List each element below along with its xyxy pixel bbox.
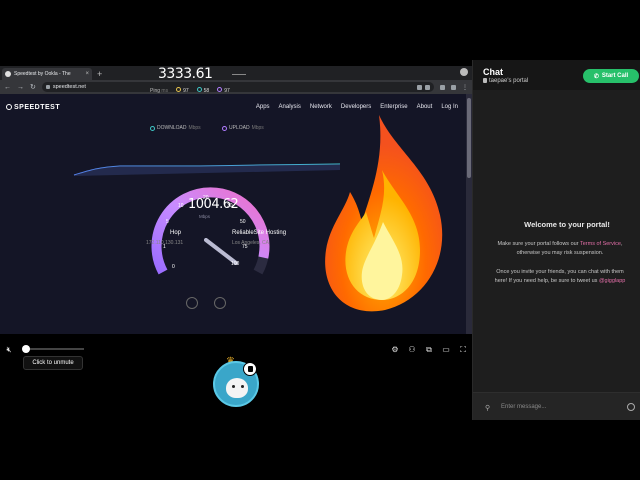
gauge-tick-0: 0 [172,264,175,270]
settings-icon[interactable]: ⚙ [390,345,400,355]
camera-off-icon[interactable] [243,362,257,376]
gauge-tick-100: 100 [231,261,240,267]
terms-link[interactable]: Terms of Service [580,241,621,247]
chat-header: Chat taepae's portal ✆ Start Call [473,60,640,90]
emoji-icon[interactable] [627,403,635,411]
host-location: Los Angeles, CA [232,240,269,246]
portal-name: taepae's portal [489,78,529,84]
phone-icon: ✆ [593,73,599,80]
cat-avatar-icon [226,378,248,398]
avatar-right-eye [241,385,244,388]
unmute-tooltip: Click to unmute [23,356,83,370]
start-call-label: Start Call [601,73,629,79]
twitter-handle-link[interactable]: @gigglapp [599,278,625,284]
gauge-tick-5: 5 [166,219,169,225]
globe-icon [214,297,226,309]
chat-input-bar: ⚲ Enter message... [473,392,640,420]
start-call-button[interactable]: ✆ Start Call [583,69,639,83]
fullscreen-icon[interactable]: ⛶ [458,345,468,355]
attach-icon[interactable]: ⚲ [485,404,490,412]
popout-icon[interactable]: ⧉ [424,345,434,355]
chat-panel: Chat taepae's portal ✆ Start Call Welcom… [472,60,640,420]
message-input[interactable]: Enter message... [501,404,546,410]
notice-line-4: here! If you need help, be sure to tweet… [494,278,626,284]
host-name[interactable]: ReliableSite Hosting [232,230,286,236]
muted-speaker-icon[interactable]: 🔇︎ [4,345,14,355]
avatar-left-eye [232,385,235,388]
hop-ip: 172.110.130.131 [146,240,184,246]
hop-label: Hop [170,230,182,236]
add-user-icon[interactable]: ⚇ [407,345,417,355]
notice-line-1: Make sure your portal follows our Terms … [497,241,623,247]
gauge-tick-50: 50 [240,219,246,225]
theater-icon[interactable]: ▭ [441,345,451,355]
notice-line-2: otherwise you may risk suspension. [516,250,604,256]
chat-title: Chat [483,67,503,77]
user-icon [186,297,198,309]
notice-line-3: Once you invite your friends, you can ch… [496,269,624,275]
lock-icon [483,78,487,83]
screen: Speedtest by Ookla - The × + ← → ↻ speed… [0,0,640,480]
gauge-tick-10: 10 [178,203,184,209]
current-speed: 1004.62 [188,197,239,212]
volume-knob[interactable] [22,345,30,353]
volume-slider[interactable] [26,348,84,350]
current-speed-unit: Mbps [199,214,211,219]
welcome-heading: Welcome to your portal! [524,220,610,229]
